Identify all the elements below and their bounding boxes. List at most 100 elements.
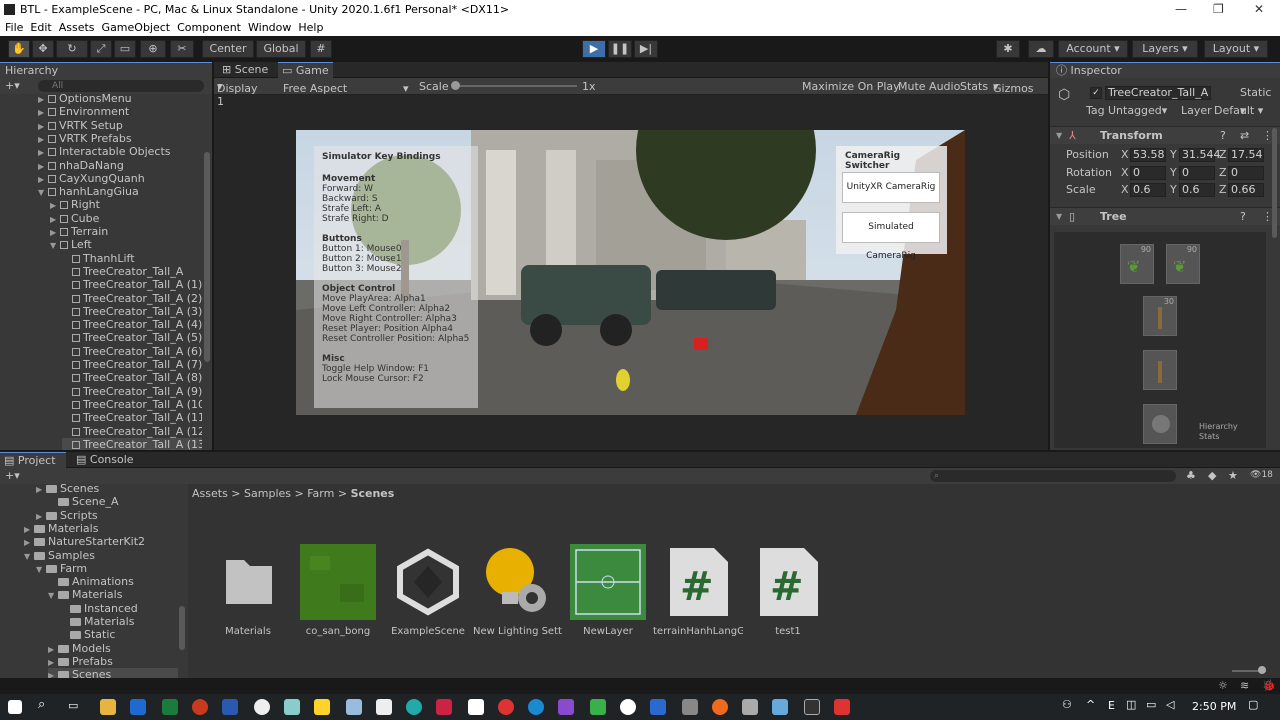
auto-generate-lighting-icon[interactable]: ☼: [1218, 679, 1228, 692]
app-icon[interactable]: [620, 699, 636, 715]
transform-scale-x-field[interactable]: 0.6: [1130, 183, 1166, 197]
pause-button[interactable]: ❚❚: [608, 40, 632, 58]
layer-dropdown[interactable]: Default ▾: [1214, 102, 1263, 120]
tree-help-icon[interactable]: ?: [1240, 208, 1246, 226]
collapsed-arrow-icon[interactable]: ▶: [24, 523, 34, 536]
stats-toggle[interactable]: Stats: [960, 80, 988, 93]
hierarchy-item[interactable]: ▼ Left: [50, 238, 202, 251]
unity-taskbar-icon[interactable]: [804, 699, 820, 715]
space-global-button[interactable]: Global: [256, 40, 306, 58]
game-viewport[interactable]: Simulator Key Bindings Movement Forward: …: [296, 130, 965, 415]
hierarchy-item[interactable]: ▼ hanhLangGiua: [38, 185, 202, 198]
scale-slider[interactable]: [455, 85, 577, 87]
filter-label-icon[interactable]: ◆: [1208, 469, 1216, 482]
breadcrumb-item[interactable]: Assets: [192, 487, 228, 500]
favorite-icon[interactable]: ★: [1228, 469, 1238, 482]
transform-position-x-field[interactable]: 53.58: [1130, 148, 1166, 162]
hierarchy-item[interactable]: TreeCreator_Tall_A (1): [62, 278, 202, 291]
grid-snap-icon[interactable]: #: [310, 40, 332, 58]
transform-rotation-x-field[interactable]: 0: [1130, 165, 1166, 180]
transform-scale-y-field[interactable]: 0.6: [1179, 183, 1215, 197]
edge-icon[interactable]: [528, 699, 544, 715]
axis-label[interactable]: Y: [1170, 181, 1177, 199]
move-tool-icon[interactable]: ✥: [32, 40, 54, 58]
expanded-arrow-icon[interactable]: ▼: [50, 239, 60, 252]
tree-component-header[interactable]: ▼ ▯ Tree ? ⋮: [1050, 207, 1280, 225]
project-search-input[interactable]: ⌕: [930, 470, 1176, 482]
transform-rotation-y-field[interactable]: 0: [1179, 165, 1215, 180]
collapsed-arrow-icon[interactable]: ▶: [38, 133, 48, 146]
app-icon[interactable]: [712, 699, 728, 715]
scale-tool-icon[interactable]: ⤢: [90, 40, 112, 58]
asset-item[interactable]: Materials: [203, 544, 293, 637]
app-icon[interactable]: [468, 699, 484, 715]
battery-icon[interactable]: ▭: [1146, 698, 1162, 714]
object-name-field[interactable]: TreeCreator_Tall_A: [1105, 86, 1211, 100]
collapsed-arrow-icon[interactable]: ▶: [48, 656, 58, 669]
hand-tool-icon[interactable]: ✋: [8, 40, 30, 58]
scale-slider-handle[interactable]: [451, 81, 460, 90]
notification-icon[interactable]: ▢: [1248, 698, 1264, 714]
app-icon[interactable]: [254, 699, 270, 715]
active-checkbox[interactable]: ✓: [1090, 87, 1102, 99]
hierarchy-item[interactable]: TreeCreator_Tall_A (12): [62, 425, 202, 438]
photoshop-icon[interactable]: [130, 699, 146, 715]
hierarchy-scrollbar[interactable]: [204, 152, 210, 362]
project-folder-item[interactable]: ▶ Materials: [24, 522, 178, 535]
asset-item[interactable]: # test1: [743, 544, 833, 637]
hierarchy-tab[interactable]: Hierarchy: [0, 62, 212, 78]
expanded-arrow-icon[interactable]: ▼: [36, 563, 46, 576]
input-language[interactable]: E: [1108, 699, 1115, 712]
notes-icon[interactable]: [314, 699, 330, 715]
menu-edit[interactable]: Edit: [30, 20, 51, 36]
expanded-arrow-icon[interactable]: ▼: [48, 589, 58, 602]
hierarchy-item[interactable]: TreeCreator_Tall_A (10): [62, 398, 202, 411]
collapsed-arrow-icon[interactable]: ▶: [50, 213, 60, 226]
project-add-icon[interactable]: +▾: [5, 469, 20, 482]
chrome-icon[interactable]: [498, 699, 514, 715]
layout-dropdown[interactable]: Layout ▾: [1204, 40, 1268, 58]
axis-label[interactable]: Y: [1170, 164, 1177, 182]
project-folder-item[interactable]: ▶ Scripts: [36, 509, 178, 522]
pivot-center-button[interactable]: Center: [202, 40, 254, 58]
visual-studio-icon[interactable]: [558, 699, 574, 715]
hierarchy-item[interactable]: TreeCreator_Tall_A (9): [62, 385, 202, 398]
transform-header[interactable]: ▼ ⅄ Transform ? ⇄ ⋮: [1050, 126, 1280, 144]
hierarchy-item[interactable]: ▶ CayXungQuanh: [38, 172, 202, 185]
hierarchy-search-input[interactable]: All: [38, 80, 204, 92]
app-icon[interactable]: [406, 699, 422, 715]
hierarchy-item[interactable]: TreeCreator_Tall_A (3): [62, 305, 202, 318]
asset-item[interactable]: co_san_bong: [293, 544, 383, 637]
asset-item[interactable]: ExampleScene: [383, 544, 473, 637]
gizmos-dropdown[interactable]: Gizmos ▾: [993, 80, 1034, 95]
breadcrumb-item[interactable]: Farm: [307, 487, 334, 500]
root-node-icon[interactable]: [1143, 404, 1177, 444]
file-explorer-icon[interactable]: [100, 699, 116, 715]
hierarchy-item[interactable]: TreeCreator_Tall_A (13): [62, 437, 202, 450]
hierarchy-item[interactable]: TreeCreator_Tall_A (4): [62, 318, 202, 331]
collapsed-arrow-icon[interactable]: ▶: [38, 173, 48, 186]
app-icon[interactable]: [772, 699, 788, 715]
leaf-node-icon[interactable]: 90 ❦: [1166, 244, 1200, 284]
menu-file[interactable]: File: [5, 20, 23, 36]
app-icon[interactable]: [590, 699, 606, 715]
axis-label[interactable]: X: [1121, 146, 1129, 164]
project-folder-item[interactable]: Instanced: [60, 602, 178, 615]
expanded-arrow-icon[interactable]: ▼: [24, 550, 34, 563]
volume-icon[interactable]: ◁: [1166, 698, 1182, 714]
hierarchy-item[interactable]: ▶ Right: [50, 198, 202, 211]
project-folder-item[interactable]: ▼ Materials: [48, 588, 178, 601]
app-icon[interactable]: [284, 699, 300, 715]
app-icon[interactable]: [682, 699, 698, 715]
task-view-icon[interactable]: ▭: [68, 699, 84, 715]
maximize-icon[interactable]: ❐: [1213, 2, 1224, 16]
powerpoint-icon[interactable]: [192, 699, 208, 715]
hierarchy-item[interactable]: ▶ Cube: [50, 212, 202, 225]
hierarchy-item[interactable]: TreeCreator_Tall_A (6): [62, 345, 202, 358]
axis-label[interactable]: X: [1121, 164, 1129, 182]
menu-gameobject[interactable]: GameObject: [102, 20, 171, 36]
collapsed-arrow-icon[interactable]: ▶: [48, 669, 58, 678]
hierarchy-item[interactable]: ThanhLift: [62, 252, 202, 265]
excel-icon[interactable]: [162, 699, 178, 715]
asset-item[interactable]: New Lighting Sett...: [473, 544, 563, 637]
